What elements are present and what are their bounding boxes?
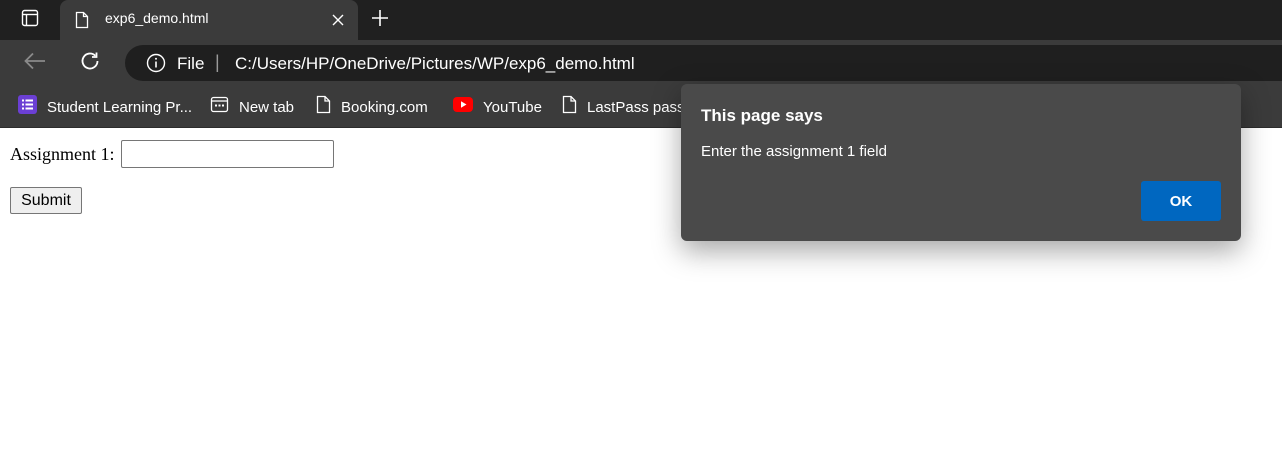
reload-icon [79, 50, 101, 77]
back-button[interactable] [19, 47, 51, 79]
address-bar[interactable]: File | C:/Users/HP/OneDrive/Pictures/WP/… [125, 45, 1282, 81]
new-tab-button[interactable] [366, 6, 394, 34]
plus-icon [371, 9, 389, 32]
url-text[interactable]: C:/Users/HP/OneDrive/Pictures/WP/exp6_de… [235, 54, 635, 74]
submit-button[interactable]: Submit [10, 187, 82, 214]
tab-close-icon[interactable] [326, 8, 350, 32]
url-scheme-label: File [177, 54, 205, 73]
bookmark-student-learning[interactable]: Student Learning Pr... [18, 95, 193, 119]
alert-dialog: This page says Enter the assignment 1 fi… [681, 84, 1241, 241]
list-app-icon [18, 95, 37, 119]
bookmark-label: Booking.com [341, 98, 428, 116]
tab-strip: exp6_demo.html [0, 0, 1282, 40]
assignment-1-input[interactable] [120, 140, 334, 168]
bookmark-label: YouTube [483, 98, 542, 116]
dialog-title: This page says [701, 106, 823, 125]
active-tab[interactable]: exp6_demo.html [60, 0, 358, 40]
new-tab-icon [210, 95, 229, 119]
assignment-field-row: Assignment 1: [10, 140, 334, 168]
bookmark-new-tab[interactable]: New tab [210, 96, 294, 118]
tab-title: exp6_demo.html [105, 10, 209, 26]
bookmark-youtube[interactable]: YouTube [453, 96, 542, 118]
reload-button[interactable] [74, 47, 106, 79]
toolbar: File | C:/Users/HP/OneDrive/Pictures/WP/… [0, 40, 1282, 86]
page-icon [75, 11, 89, 34]
bookmark-label: New tab [239, 98, 295, 116]
bookmark-lastpass[interactable]: LastPass passw [562, 95, 696, 119]
site-info-icon[interactable] [146, 53, 166, 78]
page-icon [316, 95, 331, 119]
youtube-icon [453, 97, 473, 117]
bookmark-label: LastPass passw [587, 98, 696, 116]
bookmark-booking[interactable]: Booking.com [316, 95, 428, 119]
url-separator: | [215, 52, 220, 72]
back-arrow-icon [24, 52, 46, 75]
dialog-message: Enter the assignment 1 field [701, 143, 887, 160]
ok-button[interactable]: OK [1141, 181, 1221, 221]
assignment-1-label: Assignment 1: [10, 143, 115, 164]
page-icon [562, 95, 577, 119]
tab-actions-icon [21, 9, 39, 32]
tab-actions-button[interactable] [10, 6, 50, 34]
bookmark-label: Student Learning Pr... [47, 98, 193, 116]
